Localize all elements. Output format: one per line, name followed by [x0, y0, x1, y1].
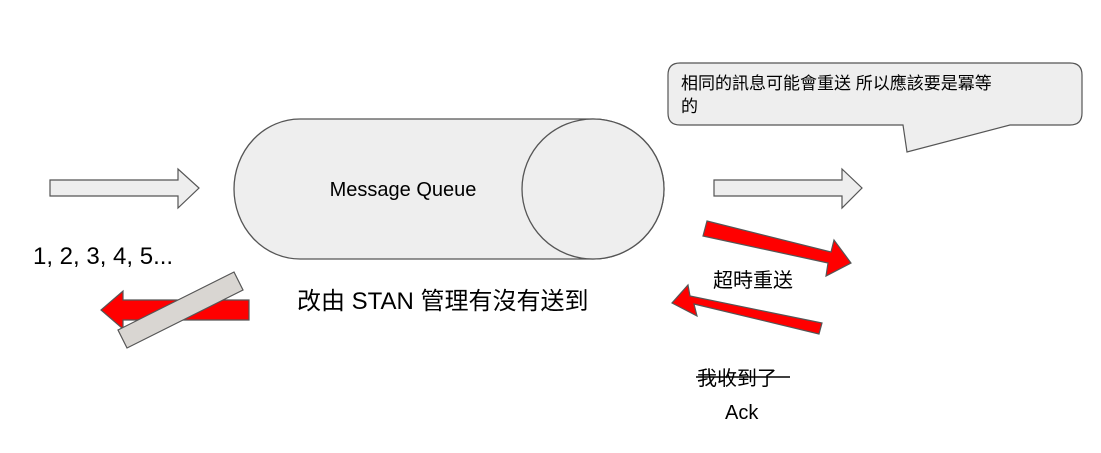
callout-text-line1: 相同的訊息可能會重送 所以應該要是冪等 — [681, 73, 992, 93]
red-resend-arrow — [702, 220, 852, 278]
callout-text-line2: 的 — [681, 97, 698, 116]
diagram-canvas: 相同的訊息可能會重送 所以應該要是冪等 的 Message Queue 1, 2… — [33, 62, 1083, 424]
outgoing-arrow — [713, 167, 863, 210]
queue-end-cap — [521, 118, 665, 260]
sequence-label: 1, 2, 3, 4, 5... — [33, 243, 173, 270]
queue-label: Message Queue — [330, 179, 477, 201]
incoming-arrow — [49, 167, 200, 210]
red-ack-arrow-right — [671, 283, 823, 335]
received-struck-label: 我收到了 — [697, 367, 777, 390]
timeout-resend-label: 超時重送 — [713, 269, 793, 292]
stan-caption: 改由 STAN 管理有沒有送到 — [297, 288, 589, 315]
ack-label: Ack — [725, 402, 759, 424]
